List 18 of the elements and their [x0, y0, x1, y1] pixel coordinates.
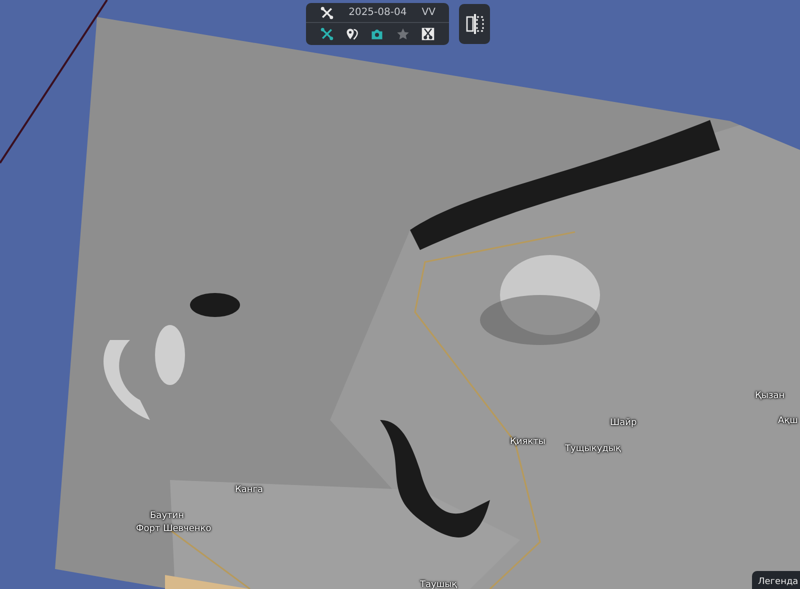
- place-label: Таушық: [420, 580, 458, 589]
- crossed-tools-icon[interactable]: [320, 6, 334, 20]
- place-label: Қызан: [755, 391, 785, 401]
- place-label: Баутин: [150, 511, 184, 521]
- date-label[interactable]: 2025-08-04: [348, 7, 407, 18]
- place-label: Тущыкудық: [565, 444, 621, 454]
- legend-button[interactable]: Легенда: [752, 571, 800, 589]
- place-label: Канга: [235, 485, 264, 495]
- crossed-tools-icon[interactable]: [320, 27, 334, 41]
- place-label: Форт Шевченко: [136, 524, 212, 534]
- place-label: Ақш: [778, 416, 798, 426]
- split-view-icon: [464, 12, 484, 36]
- compare-button[interactable]: [459, 4, 490, 44]
- polarization-label[interactable]: VV: [422, 7, 436, 18]
- map-pins-icon[interactable]: [345, 27, 360, 41]
- scissors-icon[interactable]: [421, 27, 436, 41]
- place-label: Шайр: [610, 418, 637, 428]
- camera-icon[interactable]: [370, 27, 384, 41]
